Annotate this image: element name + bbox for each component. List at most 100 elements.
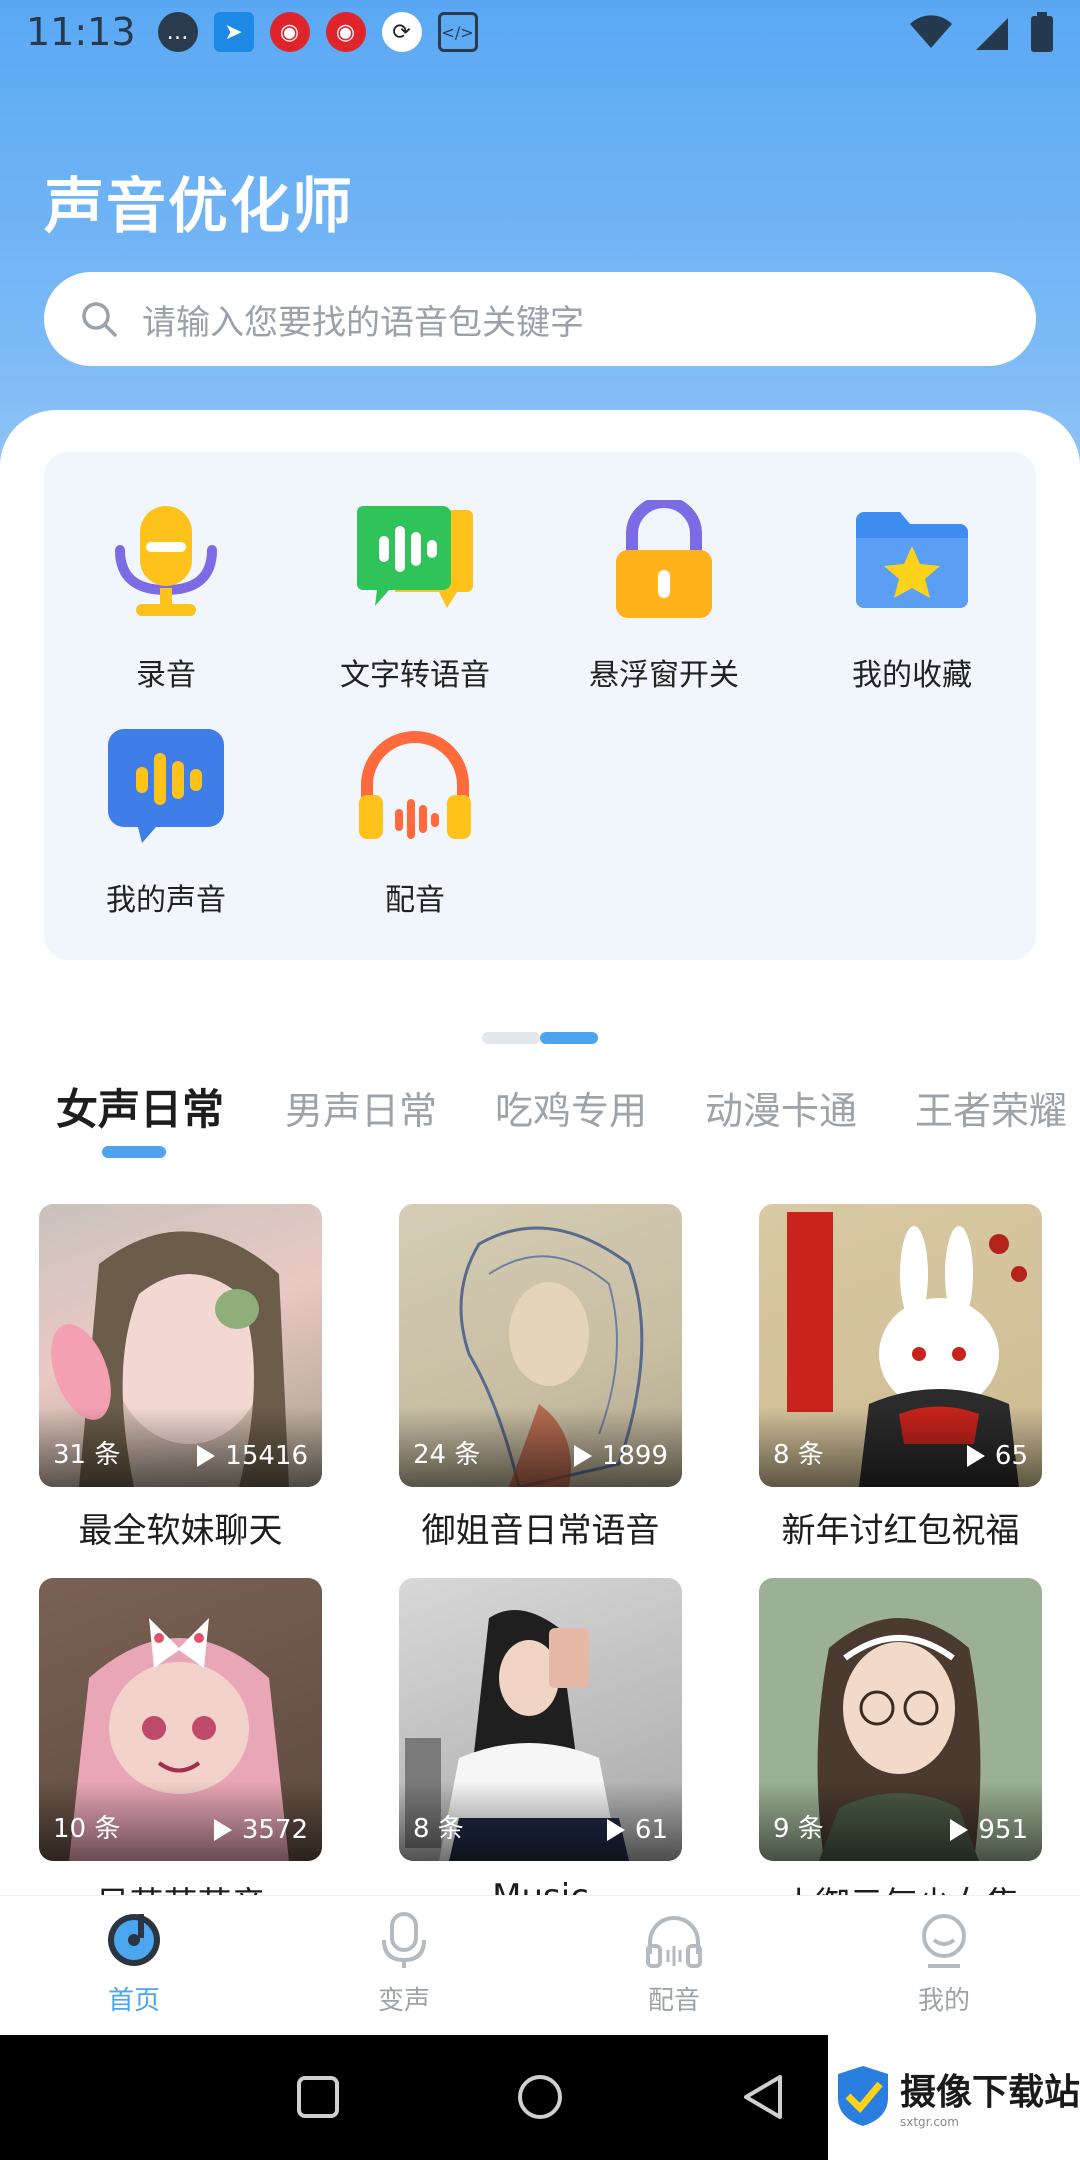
voice-pack-card[interactable]: 8 条 65 新年讨红包祝福 [759, 1204, 1042, 1552]
play-count: 1899 [573, 1441, 668, 1471]
tool-label: 配音 [385, 883, 445, 918]
tool-label: 悬浮窗开关 [589, 658, 739, 693]
app-title: 声音优化师 [44, 172, 354, 242]
netease-music-icon-2: ◉ [325, 12, 366, 52]
message-icon: … [157, 12, 198, 52]
page-dot-inactive [482, 1032, 540, 1044]
item-count: 10 条 [53, 1814, 121, 1844]
play-count-value: 15416 [225, 1441, 308, 1471]
tab-label: 首页 [107, 1986, 160, 2016]
headphones-icon [355, 725, 475, 845]
card-title: 新年讨红包祝福 [781, 1511, 1020, 1551]
voice-pack-card[interactable]: 10 条 3572 呆萌萌萌音 [39, 1578, 322, 1926]
voice-bubble-icon [106, 725, 226, 845]
item-count: 9 条 [773, 1814, 824, 1844]
system-status [908, 12, 1054, 52]
card-thumbnail: 8 条 61 [399, 1578, 682, 1861]
watermark: 摄像下载站 sxtgr.com [828, 2032, 1080, 2160]
tab-voice-change[interactable]: 变声 [304, 1910, 504, 2017]
category-tab-male-daily[interactable]: 男声日常 [285, 1080, 437, 1135]
page-indicator [482, 1032, 598, 1044]
page-dot-active [540, 1032, 598, 1044]
play-count: 15416 [197, 1441, 308, 1471]
shield-logo-icon [838, 2066, 888, 2126]
microphone-icon [382, 1912, 426, 1968]
tool-favorites[interactable]: 我的收藏 [792, 500, 1032, 694]
tool-text-to-speech[interactable]: 文字转语音 [295, 500, 535, 694]
status-bar: 11:13 … ➤ ◉ ◉ ⟳ </> [0, 0, 1080, 64]
category-tab-honor-of-kings[interactable]: 王者荣耀 [915, 1080, 1067, 1135]
play-count-value: 61 [634, 1815, 668, 1845]
bottom-tab-bar: 首页 变声 配音 我的 [0, 1895, 1080, 2035]
card-thumbnail: 8 条 65 [759, 1204, 1042, 1487]
tool-my-voice[interactable]: 我的声音 [46, 725, 286, 919]
voice-pack-card[interactable]: 9 条 951 小御元气少女集 [759, 1578, 1042, 1926]
category-tab-anime[interactable]: 动漫卡通 [705, 1080, 857, 1135]
telegram-icon: ➤ [213, 12, 254, 52]
star-folder-icon [852, 500, 972, 620]
play-count: 65 [966, 1441, 1028, 1471]
home-disc-icon [108, 1914, 160, 1966]
card-thumbnail: 24 条 1899 [399, 1204, 682, 1487]
category-tab-pubg[interactable]: 吃鸡专用 [495, 1080, 647, 1135]
category-tabs: 女声日常 男声日常 吃鸡专用 动漫卡通 王者荣耀 [0, 1072, 1080, 1182]
item-count: 8 条 [773, 1440, 824, 1470]
voice-pack-card[interactable]: 8 条 61 Music [399, 1578, 682, 1917]
lock-icon [604, 500, 724, 620]
profile-icon [922, 1914, 966, 1968]
tab-label: 变声 [377, 1986, 430, 2016]
play-count-value: 3572 [241, 1815, 308, 1845]
status-time: 11:13 [26, 10, 136, 54]
sync-icon: ⟳ [381, 12, 422, 52]
tab-home[interactable]: 首页 [34, 1910, 234, 2017]
card-title: 最全软妹聊天 [78, 1511, 283, 1551]
tab-dubbing[interactable]: 配音 [574, 1910, 774, 2017]
tool-label: 录音 [136, 658, 196, 693]
play-count-value: 951 [978, 1815, 1028, 1845]
text-to-speech-icon [355, 500, 475, 620]
play-icon [606, 1819, 625, 1841]
wifi-icon [910, 15, 952, 48]
tab-mine[interactable]: 我的 [844, 1910, 1044, 2017]
play-count-value: 1899 [601, 1441, 668, 1471]
tool-label: 我的收藏 [852, 658, 972, 693]
play-icon [966, 1445, 985, 1467]
category-tab-female-daily[interactable]: 女声日常 [56, 1076, 224, 1137]
code-icon: </> [437, 12, 478, 52]
tool-floating-window[interactable]: 悬浮窗开关 [544, 500, 784, 694]
tab-label: 配音 [647, 1986, 700, 2016]
card-thumbnail: 10 条 3572 [39, 1578, 322, 1861]
voice-pack-card[interactable]: 24 条 1899 御姐音日常语音 [399, 1204, 682, 1552]
tool-record[interactable]: 录音 [46, 500, 286, 694]
signal-icon [976, 18, 1008, 50]
play-icon [213, 1819, 232, 1841]
card-thumbnail: 31 条 15416 [39, 1204, 322, 1487]
notification-icons: … ➤ ◉ ◉ ⟳ </> [157, 12, 478, 52]
watermark-sub: sxtgr.com [900, 2115, 959, 2129]
play-icon [197, 1445, 216, 1467]
back-button-icon[interactable] [740, 2073, 786, 2121]
item-count: 8 条 [413, 1814, 464, 1844]
item-count: 31 条 [53, 1440, 121, 1470]
play-count: 3572 [213, 1815, 308, 1845]
play-icon [950, 1819, 969, 1841]
battery-icon [1031, 12, 1053, 52]
play-count: 61 [606, 1815, 668, 1845]
tool-dubbing[interactable]: 配音 [295, 725, 535, 919]
recents-button-icon[interactable] [296, 2075, 340, 2119]
search-icon [82, 302, 117, 337]
card-title: 御姐音日常语音 [421, 1511, 660, 1551]
active-tab-indicator [102, 1146, 166, 1158]
search-bar[interactable]: 请输入您要找的语音包关键字 [44, 272, 1036, 366]
card-thumbnail: 9 条 951 [759, 1578, 1042, 1861]
tool-label: 文字转语音 [340, 658, 490, 693]
play-count: 951 [950, 1815, 1028, 1845]
home-button-icon[interactable] [516, 2073, 564, 2121]
watermark-text: 摄像下载站 [900, 2071, 1080, 2113]
voice-pack-card[interactable]: 31 条 15416 最全软妹聊天 [39, 1204, 322, 1552]
tool-label: 我的声音 [106, 883, 226, 918]
play-count-value: 65 [994, 1441, 1028, 1471]
item-count: 24 条 [413, 1440, 481, 1470]
play-icon [573, 1445, 592, 1467]
netease-music-icon: ◉ [269, 12, 310, 52]
